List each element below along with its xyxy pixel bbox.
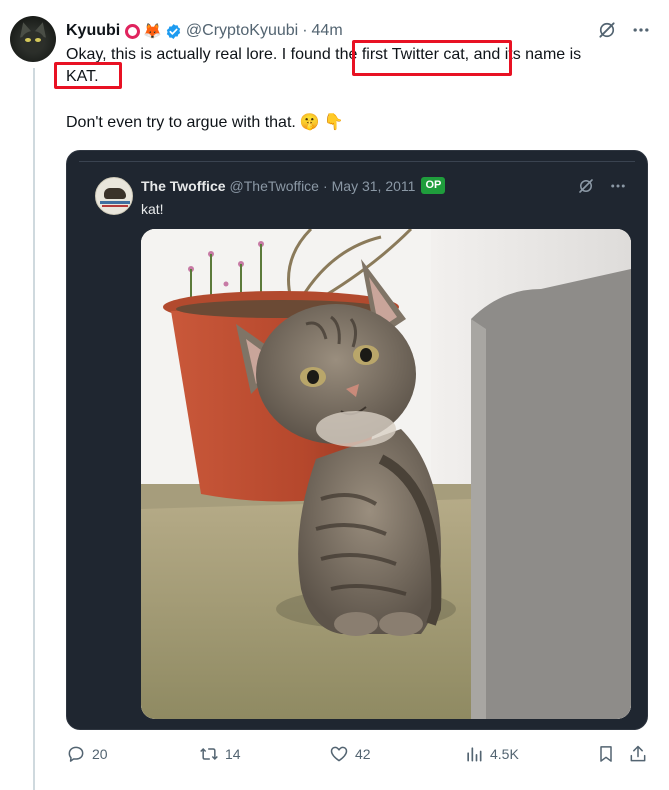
reply-count: 20 — [92, 746, 108, 762]
kitten-photo[interactable] — [141, 229, 631, 719]
author-name[interactable]: Kyuubi — [66, 22, 120, 40]
tweet-text-line2: Don't even try to argue with that. — [66, 114, 296, 131]
reply-icon — [68, 746, 84, 762]
bookmark-button[interactable] — [596, 744, 616, 764]
tweet-header: Kyuubi 🦊 @CryptoKyuubi · 44m — [66, 20, 343, 42]
quote-date[interactable]: May 31, 2011 — [332, 178, 416, 194]
repost-icon — [200, 747, 218, 761]
verified-badge-icon — [166, 23, 181, 39]
header-separator: · — [302, 22, 308, 39]
quote-divider — [79, 161, 635, 162]
author-avatar[interactable] — [10, 16, 56, 62]
tweet: Kyuubi 🦊 @CryptoKyuubi · 44m Okay, this … — [0, 0, 669, 790]
quote-separator: · — [322, 177, 328, 194]
highlight-box-kat — [54, 62, 122, 89]
more-options-icon[interactable] — [631, 20, 651, 40]
kitten-photo-illustration — [141, 229, 631, 719]
tweet-top-actions — [597, 20, 651, 40]
heart-icon — [330, 746, 348, 762]
quoted-tweet[interactable]: The Twoffice @TheTwoffice · May 31, 2011… — [66, 150, 648, 730]
share-button[interactable] — [628, 744, 648, 764]
quote-more-options-icon[interactable] — [609, 177, 627, 195]
like-button[interactable]: 42 — [329, 744, 371, 764]
highlight-box-first-twitter-cat — [352, 40, 512, 76]
fox-emoji-icon: 🦊 — [143, 23, 162, 40]
views-button[interactable]: 4.5K — [464, 744, 519, 764]
pointing-down-emoji-icon: 👇 — [323, 114, 344, 131]
quote-author-name[interactable]: The Twoffice — [141, 178, 226, 194]
quote-author-avatar[interactable] — [95, 177, 133, 215]
author-handle[interactable]: @CryptoKyuubi — [186, 22, 298, 40]
red-circle-emoji-icon — [125, 23, 141, 39]
op-badge: OP — [421, 177, 446, 194]
thread-line — [33, 68, 35, 790]
tweet-actions-bar: 20 14 42 4.5K — [66, 744, 652, 768]
like-count: 42 — [355, 746, 371, 762]
tweet-text-line2-row: Don't even try to argue with that. 🤫 👇 — [66, 112, 344, 134]
grok-icon[interactable] — [597, 20, 617, 40]
reply-button[interactable]: 20 — [66, 744, 108, 764]
quote-text: kat! — [141, 201, 164, 217]
repost-button[interactable]: 14 — [199, 744, 241, 764]
quote-grok-icon[interactable] — [577, 177, 595, 195]
tweet-timestamp[interactable]: 44m — [312, 22, 343, 40]
share-icon — [630, 745, 646, 762]
quote-top-actions — [577, 177, 627, 195]
shushing-face-emoji-icon: 🤫 — [299, 114, 320, 131]
quote-author-handle[interactable]: @TheTwoffice — [230, 178, 319, 194]
repost-count: 14 — [225, 746, 241, 762]
views-count: 4.5K — [490, 746, 519, 762]
quote-header: The Twoffice @TheTwoffice · May 31, 2011… — [141, 177, 446, 194]
bookmark-icon — [600, 746, 612, 762]
views-chart-icon — [467, 747, 482, 762]
